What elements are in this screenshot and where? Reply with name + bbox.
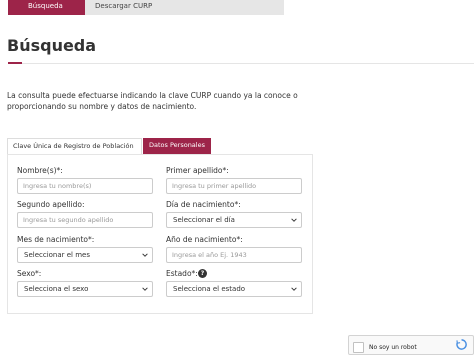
estado-select-value: Selecciona el estado (173, 285, 246, 293)
anio-input[interactable] (166, 247, 302, 263)
mes-label: Mes de nacimiento*: (17, 235, 95, 244)
sexo-select[interactable]: Selecciona el sexo (17, 281, 153, 297)
recaptcha-label: No soy un robot (369, 344, 417, 351)
dia-select[interactable]: Seleccionar el día (166, 212, 302, 228)
recaptcha-logo-icon (456, 339, 467, 350)
mes-select-value: Seleccionar el mes (24, 251, 91, 259)
tab-datos-personales[interactable]: Datos Personales (143, 138, 211, 154)
primer-apellido-label: Primer apellido*: (166, 166, 229, 175)
segundo-apellido-label: Segundo apellido: (17, 200, 85, 209)
chevron-down-icon (291, 218, 297, 222)
recaptcha-checkbox[interactable] (353, 342, 364, 353)
sexo-label: Sexo*: (17, 269, 42, 278)
top-nav: Búsqueda Descargar CURP (8, 0, 284, 15)
divider (8, 63, 474, 64)
dia-select-value: Seleccionar el día (173, 216, 235, 224)
primer-apellido-input[interactable] (166, 178, 302, 194)
sexo-select-value: Selecciona el sexo (24, 285, 89, 293)
help-icon[interactable]: ? (198, 269, 207, 278)
anio-label: Año de nacimiento*: (166, 235, 243, 244)
mes-select[interactable]: Seleccionar el mes (17, 247, 153, 263)
dia-label: Día de nacimiento*: (166, 200, 241, 209)
title-accent-bar (8, 62, 22, 64)
nav-tab-descargar-curp[interactable]: Descargar CURP (95, 0, 152, 15)
estado-select[interactable]: Selecciona el estado (166, 281, 302, 297)
tab-clave-curp[interactable]: Clave Única de Registro de Población (7, 138, 142, 154)
chevron-down-icon (142, 287, 148, 291)
nombres-label: Nombre(s)*: (17, 166, 63, 175)
page-title: Búsqueda (7, 36, 97, 55)
segundo-apellido-input[interactable] (17, 212, 153, 228)
page-description: La consulta puede efectuarse indicando l… (7, 91, 298, 111)
chevron-down-icon (291, 287, 297, 291)
estado-label: Estado*: (166, 269, 198, 278)
recaptcha-widget: No soy un robot (348, 335, 474, 355)
nombres-input[interactable] (17, 178, 153, 194)
chevron-down-icon (142, 253, 148, 257)
nav-tab-busqueda[interactable]: Búsqueda (8, 0, 85, 15)
